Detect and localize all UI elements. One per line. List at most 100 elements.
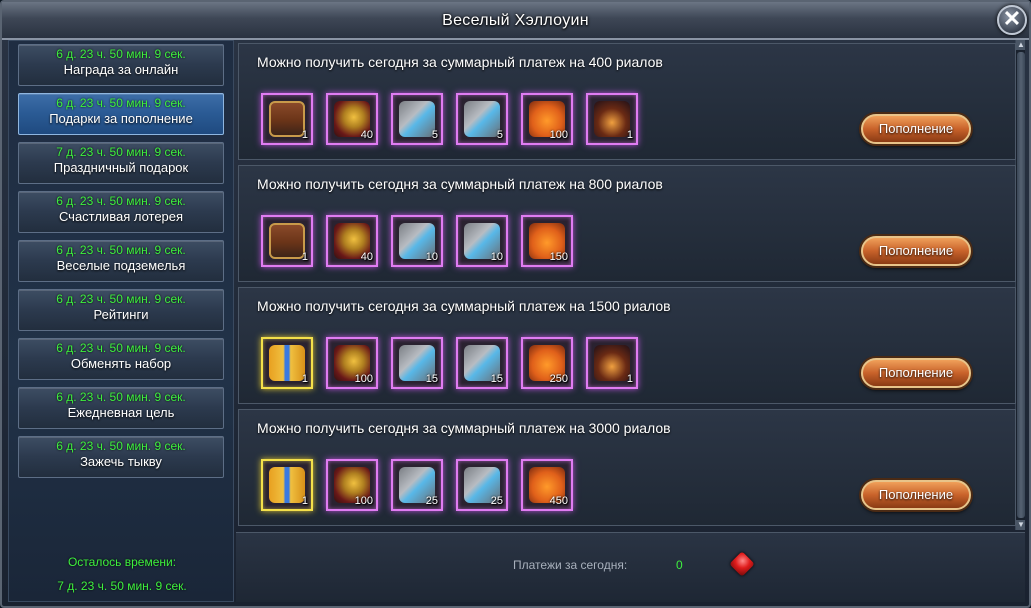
sidebar-item[interactable]: 7 д. 23 ч. 50 мин. 9 сек. Праздничный под… xyxy=(18,142,224,184)
refill-button[interactable]: Пополнение xyxy=(861,358,971,388)
reward-item[interactable]: 40 xyxy=(326,93,378,145)
reward-item[interactable]: 1 xyxy=(586,337,638,389)
reward-item-quantity: 1 xyxy=(301,373,308,385)
reward-item[interactable]: 1 xyxy=(261,337,313,389)
sidebar-item-label: Ежедневная цель xyxy=(67,405,175,420)
payments-today-label: Платежи за сегодня: xyxy=(513,558,628,572)
reward-item-quantity: 25 xyxy=(425,495,438,507)
reward-item-quantity: 1 xyxy=(626,373,633,385)
reward-item[interactable]: 1 xyxy=(261,459,313,511)
sidebar-item-timer: 6 д. 23 ч. 50 мин. 9 сек. xyxy=(56,292,186,306)
sidebar-item-label: Праздничный подарок xyxy=(53,160,189,175)
reward-item[interactable]: 40 xyxy=(326,215,378,267)
sidebar-item-label: Обменять набор xyxy=(70,356,172,371)
sidebar-item-label: Рейтинги xyxy=(93,307,149,322)
scroll-down-arrow-icon[interactable]: ▼ xyxy=(1016,520,1025,530)
reward-tier-title: Можно получить сегодня за суммарный плат… xyxy=(257,176,663,192)
reward-item[interactable]: 1 xyxy=(261,93,313,145)
reward-item-quantity: 1 xyxy=(301,129,308,141)
footer: Платежи за сегодня: 0 xyxy=(236,532,1025,602)
sidebar-item-label: Награда за онлайн xyxy=(63,62,179,77)
scroll-up-arrow-icon[interactable]: ▲ xyxy=(1016,40,1025,50)
reward-item[interactable]: 250 xyxy=(521,337,573,389)
reward-tier-title: Можно получить сегодня за суммарный плат… xyxy=(257,420,671,436)
refill-button[interactable]: Пополнение xyxy=(861,480,971,510)
puzzle-piece-icon xyxy=(464,101,500,137)
reward-item-quantity: 15 xyxy=(425,373,438,385)
remaining-time-label: Осталось времени: xyxy=(67,555,177,569)
reward-item-quantity: 5 xyxy=(496,129,503,141)
scroll-thumb[interactable] xyxy=(1017,52,1025,518)
reward-item-quantity: 40 xyxy=(360,251,373,263)
close-icon[interactable]: ✕ xyxy=(997,5,1027,35)
reward-item[interactable]: 25 xyxy=(391,459,443,511)
refill-button[interactable]: Пополнение xyxy=(861,114,971,144)
sidebar-item[interactable]: 6 д. 23 ч. 50 мин. 9 сек. Рейтинги xyxy=(18,289,224,331)
sidebar-item[interactable]: 6 д. 23 ч. 50 мин. 9 сек. Подарки за попо… xyxy=(18,93,224,135)
reward-item[interactable]: 5 xyxy=(456,93,508,145)
reward-item-quantity: 100 xyxy=(549,129,568,141)
refill-button[interactable]: Пополнение xyxy=(861,236,971,266)
sidebar-item-timer: 6 д. 23 ч. 50 мин. 9 сек. xyxy=(56,341,186,355)
reward-item-quantity: 450 xyxy=(549,495,568,507)
sidebar-item-timer: 7 д. 23 ч. 50 мин. 9 сек. xyxy=(56,145,186,159)
reward-item[interactable]: 15 xyxy=(456,337,508,389)
reward-tier-title: Можно получить сегодня за суммарный плат… xyxy=(257,298,671,314)
reward-item[interactable]: 25 xyxy=(456,459,508,511)
rewards-panel: ▲ ▼ Можно получить сегодня за суммарный … xyxy=(236,40,1025,530)
reward-item-quantity: 10 xyxy=(490,251,503,263)
witch-hat-icon xyxy=(594,345,630,381)
gift-box-icon xyxy=(269,467,305,503)
reward-item[interactable]: 10 xyxy=(456,215,508,267)
sidebar-item[interactable]: 6 д. 23 ч. 50 мин. 9 сек. Награда за онла… xyxy=(18,44,224,86)
ruby-icon xyxy=(729,551,755,577)
reward-item-quantity: 15 xyxy=(490,373,503,385)
sidebar-item-timer: 6 д. 23 ч. 50 мин. 9 сек. xyxy=(56,194,186,208)
reward-item-quantity: 40 xyxy=(360,129,373,141)
sidebar-item[interactable]: 6 д. 23 ч. 50 мин. 9 сек. Зажечь тыкву xyxy=(18,436,224,478)
treasure-chest-icon xyxy=(269,223,305,259)
reward-item-quantity: 1 xyxy=(626,129,633,141)
sidebar-item-timer: 6 д. 23 ч. 50 мин. 9 сек. xyxy=(56,439,186,453)
reward-tier-title: Можно получить сегодня за суммарный плат… xyxy=(257,54,663,70)
reward-tier: Можно получить сегодня за суммарный плат… xyxy=(238,165,1016,282)
reward-item[interactable]: 100 xyxy=(326,459,378,511)
reward-tier: Можно получить сегодня за суммарный плат… xyxy=(238,287,1016,404)
scrollbar[interactable]: ▲ ▼ xyxy=(1015,40,1025,530)
reward-item[interactable]: 150 xyxy=(521,215,573,267)
reward-item[interactable]: 450 xyxy=(521,459,573,511)
sidebar-item[interactable]: 6 д. 23 ч. 50 мин. 9 сек. Ежедневная цель xyxy=(18,387,224,429)
reward-item[interactable]: 100 xyxy=(521,93,573,145)
reward-item[interactable]: 15 xyxy=(391,337,443,389)
sidebar-item-timer: 6 д. 23 ч. 50 мин. 9 сек. xyxy=(56,390,186,404)
reward-item-quantity: 25 xyxy=(490,495,503,507)
sidebar-item-label: Зажечь тыкву xyxy=(80,454,162,469)
reward-item[interactable]: 5 xyxy=(391,93,443,145)
reward-item-quantity: 100 xyxy=(354,495,373,507)
gift-box-icon xyxy=(269,345,305,381)
reward-item[interactable]: 1 xyxy=(261,215,313,267)
sidebar-item-timer: 6 д. 23 ч. 50 мин. 9 сек. xyxy=(56,96,186,110)
sidebar-item[interactable]: 6 д. 23 ч. 50 мин. 9 сек. Веселые подземе… xyxy=(18,240,224,282)
sidebar-item-timer: 6 д. 23 ч. 50 мин. 9 сек. xyxy=(56,243,186,257)
reward-tier: Можно получить сегодня за суммарный плат… xyxy=(238,43,1016,160)
sidebar-item[interactable]: 6 д. 23 ч. 50 мин. 9 сек. Счастливая лоте… xyxy=(18,191,224,233)
reward-tier: Можно получить сегодня за суммарный плат… xyxy=(238,409,1016,526)
treasure-chest-icon xyxy=(269,101,305,137)
puzzle-piece-icon xyxy=(399,101,435,137)
sidebar-item[interactable]: 6 д. 23 ч. 50 мин. 9 сек. Обменять набор xyxy=(18,338,224,380)
title-bar: Веселый Хэллоуин xyxy=(2,2,1029,40)
reward-item-quantity: 10 xyxy=(425,251,438,263)
remaining-time-value: 7 д. 23 ч. 50 мин. 9 сек. xyxy=(57,579,187,593)
reward-item[interactable]: 100 xyxy=(326,337,378,389)
reward-item-quantity: 250 xyxy=(549,373,568,385)
sidebar-item-timer: 6 д. 23 ч. 50 мин. 9 сек. xyxy=(56,47,186,61)
reward-item[interactable]: 1 xyxy=(586,93,638,145)
window-title: Веселый Хэллоуин xyxy=(442,12,589,29)
reward-item-quantity: 1 xyxy=(301,251,308,263)
reward-item-quantity: 100 xyxy=(354,373,373,385)
payments-today-value: 0 xyxy=(676,558,683,572)
reward-item-quantity: 150 xyxy=(549,251,568,263)
sidebar: Осталось времени: 7 д. 23 ч. 50 мин. 9 с… xyxy=(8,40,234,602)
reward-item[interactable]: 10 xyxy=(391,215,443,267)
